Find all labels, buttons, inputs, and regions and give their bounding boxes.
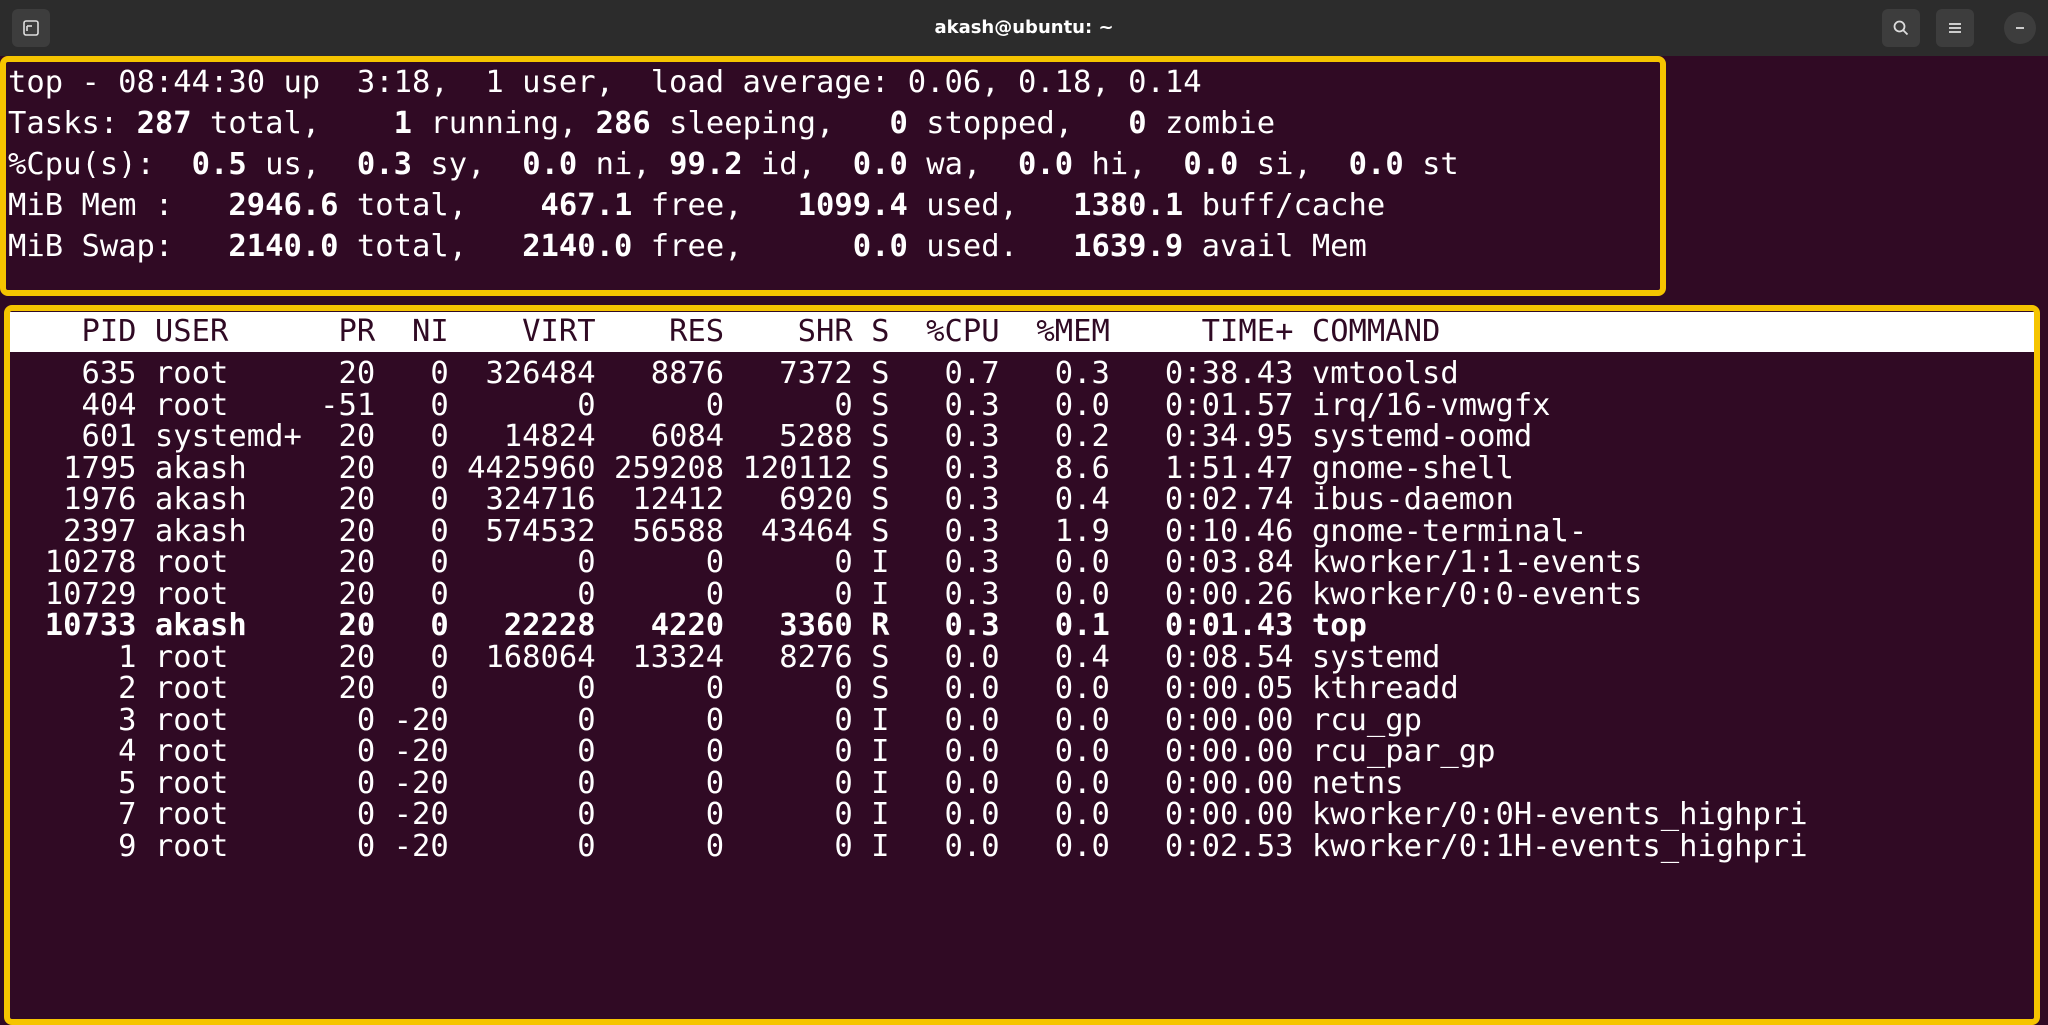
cell-shr: 0 <box>724 828 853 864</box>
search-icon <box>1893 20 1909 36</box>
search-button[interactable] <box>1882 9 1920 47</box>
uptime-line: top - 08:44:30 up 3:18, 1 user, load ave… <box>8 65 1202 100</box>
column-header-virt[interactable]: VIRT <box>449 314 595 349</box>
minimize-button[interactable] <box>2004 12 2036 44</box>
cell-res: 0 <box>595 828 725 864</box>
column-header-pr[interactable]: PR <box>302 314 376 349</box>
swap-line: MiB Swap: 2140.0 total, 2140.0 free, 0.0… <box>8 229 1367 264</box>
cell-virt: 0 <box>448 828 596 864</box>
column-header-command[interactable]: COMMAND <box>1293 314 1441 349</box>
cell-user: root <box>136 828 302 864</box>
minimize-icon <box>2016 27 2024 29</box>
cell-time: 0:02.53 <box>1109 828 1294 864</box>
cell-state: I <box>852 828 890 864</box>
cpu-line: %Cpu(s): 0.5 us, 0.3 sy, 0.0 ni, 99.2 id… <box>8 147 1459 182</box>
cell-mem: 0.0 <box>999 828 1110 864</box>
cell-cpu: 0.0 <box>889 828 1000 864</box>
tasks-line: Tasks: 287 total, 1 running, 286 sleepin… <box>8 106 1276 141</box>
title-bar: akash@ubuntu: ~ <box>0 0 2048 56</box>
column-header-ni[interactable]: NI <box>375 314 449 349</box>
terminal-content[interactable]: top - 08:44:30 up 3:18, 1 user, load ave… <box>0 56 2048 1025</box>
column-header-time[interactable]: TIME+ <box>1110 314 1294 349</box>
column-header-res[interactable]: RES <box>596 314 724 349</box>
mem-line: MiB Mem : 2946.6 total, 467.1 free, 1099… <box>8 188 1386 223</box>
cell-ni: -20 <box>375 828 449 864</box>
hamburger-menu-icon <box>1949 23 1961 33</box>
column-header-cpu[interactable]: %CPU <box>889 314 999 349</box>
window-title: akash@ubuntu: ~ <box>934 17 1114 38</box>
cell-command: kworker/0:1H-events_highpri <box>1293 828 1808 864</box>
table-header[interactable]: PID USER PR NI VIRT RES SHR S %CPU %MEM … <box>8 311 1440 352</box>
column-header-state[interactable]: S <box>853 314 889 349</box>
cell-pid: 9 <box>8 828 137 864</box>
menu-button[interactable] <box>1936 9 1974 47</box>
process-row[interactable]: 9 root 0 -20 0 0 0 I 0.0 0.0 0:02.53 kwo… <box>8 826 1808 867</box>
column-header-mem[interactable]: %MEM <box>1000 314 1109 349</box>
cell-pr: 0 <box>301 828 376 864</box>
column-header-pid[interactable]: PID <box>8 314 136 349</box>
column-header-shr[interactable]: SHR <box>724 314 853 349</box>
column-header-user[interactable]: USER <box>137 314 302 349</box>
terminal-window: akash@ubuntu: ~ top - 08:44:30 up 3:18, … <box>0 0 2048 1025</box>
